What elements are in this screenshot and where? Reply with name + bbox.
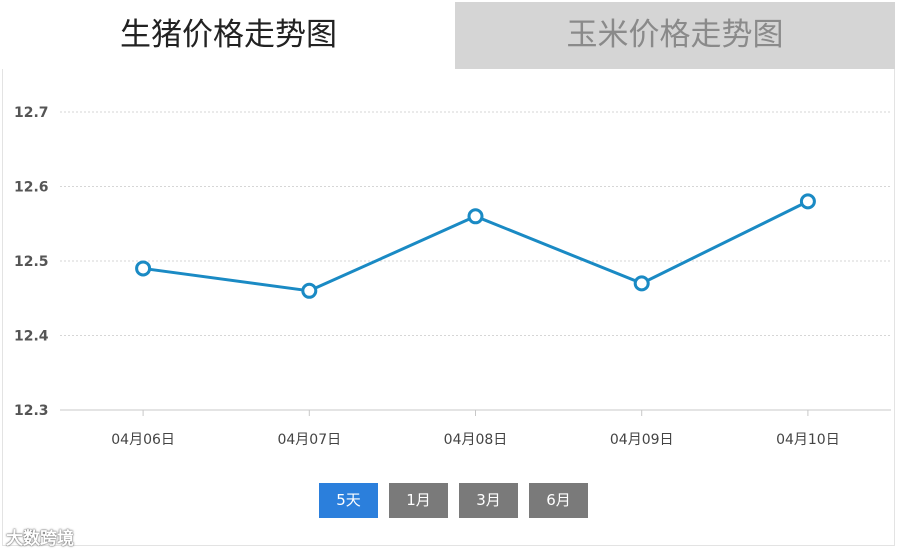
x-tick-label: 04月08日 — [444, 432, 508, 448]
range-5d-button[interactable]: 5天 — [319, 483, 378, 518]
x-axis-ticks: 04月06日 04月07日 04月08日 04月09日 04月10日 — [111, 410, 840, 448]
range-1m-button[interactable]: 1月 — [389, 483, 448, 518]
x-tick-label: 04月06日 — [111, 432, 175, 448]
y-axis-ticks: 12.7 12.6 12.5 12.4 12.3 — [14, 105, 49, 419]
watermark-text: 大数跨境 — [6, 529, 74, 549]
y-tick-label: 12.7 — [14, 105, 49, 121]
y-tick-label: 12.5 — [14, 254, 49, 270]
y-tick-label: 12.3 — [14, 403, 49, 419]
gridlines — [60, 111, 891, 411]
data-point[interactable] — [301, 282, 318, 299]
data-point[interactable] — [633, 275, 650, 292]
x-tick-label: 04月07日 — [277, 432, 341, 448]
data-point[interactable] — [135, 260, 152, 277]
data-point[interactable] — [467, 208, 484, 225]
line-chart: 12.712.612.512.412.3 04月06日 04月07日 04月08日 0… — [14, 105, 891, 448]
x-tick-label: 04月10日 — [776, 432, 840, 448]
y-tick-label: 12.6 — [14, 180, 49, 196]
range-3m-button[interactable]: 3月 — [459, 483, 518, 518]
y-tick-label: 12.4 — [14, 329, 49, 345]
range-6m-button[interactable]: 6月 — [529, 483, 588, 518]
data-point[interactable] — [799, 193, 816, 210]
x-tick-label: 04月09日 — [610, 432, 674, 448]
